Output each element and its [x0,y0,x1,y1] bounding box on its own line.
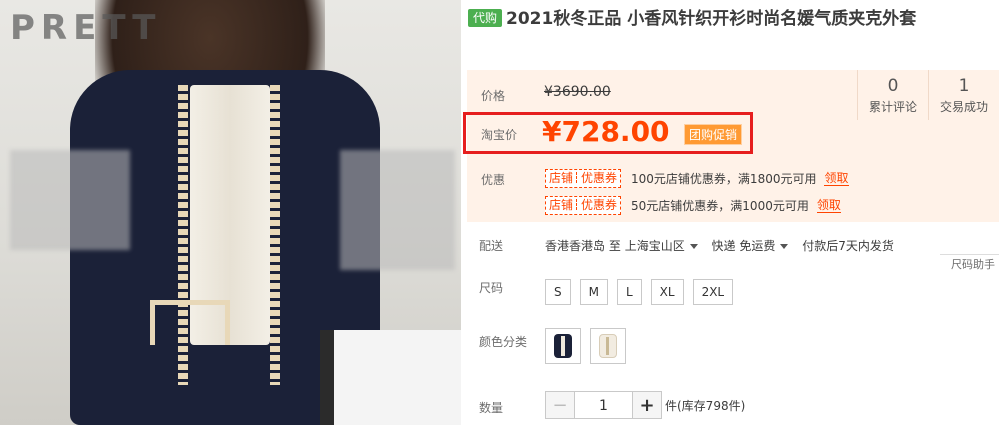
price-label: 价格 [481,89,506,103]
product-title-text: 2021秋冬正品 小香风针织开衫时尚名媛气质夹克外套 [506,9,917,29]
quantity-plus-button[interactable]: + [632,391,662,419]
promo-badge[interactable]: 团购促销 [684,124,743,145]
coupon-text: 50元店铺优惠券，满1000元可用 [631,199,809,213]
coupon-tag-right: 优惠券 [581,171,618,185]
size-option-l[interactable]: L [616,279,642,305]
coupon-label: 优惠 [481,173,506,187]
quantity-stepper: − 1 + 件(库存798件) [545,391,745,419]
photo-bag [320,330,461,425]
taobao-price-label: 淘宝价 [481,128,518,142]
stat-reviews-label: 累计评论 [868,100,917,114]
original-price: ¥3690.00 [544,84,611,100]
stat-sales-label: 交易成功 [939,100,988,114]
shipping-label: 配送 [479,239,504,253]
photo-mosaic-left [10,150,130,250]
claim-coupon-link[interactable]: 领取 [824,171,849,186]
quantity-minus-button[interactable]: − [545,391,575,419]
stat-reviews-count: 0 [887,76,899,96]
photo-trim-right [270,85,280,385]
coupon-row: 店铺 优惠券 100元店铺优惠券，满1800元可用 领取 [545,169,849,188]
photo-watermark: PRETT [10,8,162,48]
stats-block: 0 累计评论 1 交易成功 [857,70,999,120]
product-title: 代购 2021秋冬正品 小香风针织开衫时尚名媛气质夹克外套 [468,7,993,32]
size-option-s[interactable]: S [545,279,571,305]
navy-jacket-swatch [554,334,572,358]
color-label: 颜色分类 [479,335,528,349]
divider [940,254,999,255]
daigou-tag: 代购 [468,9,503,27]
ship-dispatch: 付款后7天内发货 [802,239,894,253]
size-option-2xl[interactable]: 2XL [692,279,734,305]
stat-sales-count: 1 [958,76,970,96]
claim-coupon-link[interactable]: 领取 [816,198,841,213]
ship-to-word: 至 [608,239,621,253]
coupon-row: 店铺 优惠券 50元店铺优惠券，满1000元可用 领取 [545,196,841,215]
coupon-tag: 店铺 优惠券 [545,196,622,215]
chevron-down-icon [780,244,789,249]
stat-reviews[interactable]: 0 累计评论 [857,70,928,120]
chevron-down-icon [689,244,698,249]
ship-from: 香港香港岛 [545,239,606,253]
quantity-label: 数量 [479,401,504,415]
ship-to-select[interactable]: 上海宝山区 [625,239,708,253]
color-option-navy[interactable] [545,328,581,364]
size-option-m[interactable]: M [579,279,608,305]
quantity-input[interactable]: 1 [575,391,632,419]
stat-sales[interactable]: 1 交易成功 [928,70,999,120]
size-option-xl[interactable]: XL [650,279,684,305]
stock-info: 件(库存798件) [665,398,746,413]
coupon-tag-left: 店铺 [549,171,574,185]
coupon-tag-left: 店铺 [549,198,574,212]
product-image[interactable]: PRETT [0,0,461,425]
color-options [545,328,626,364]
coupon-tag-right: 优惠券 [581,198,618,212]
price-panel: 价格 ¥3690.00 0 累计评论 1 交易成功 淘宝价 ¥728.00 团购… [463,70,999,222]
ship-method-select[interactable]: 快递 免运费 [712,239,799,253]
photo-mosaic-right [340,150,455,270]
size-label: 尺码 [479,281,504,295]
size-options: S M L XL 2XL [545,279,734,305]
photo-pocket [150,300,230,345]
color-option-cream[interactable] [590,328,626,364]
ship-to-value: 上海宝山区 [624,239,685,253]
coupon-tag: 店铺 优惠券 [545,169,622,188]
cream-jacket-swatch [599,334,617,358]
ship-method-value: 快递 免运费 [711,239,776,253]
current-price: ¥728.00 [542,115,670,148]
size-helper-link[interactable]: 尺码助手 [951,256,995,272]
coupon-text: 100元店铺优惠券，满1800元可用 [631,172,817,186]
shipping-info: 香港香港岛 至 上海宝山区 快递 免运费 付款后7天内发货 [545,237,894,254]
